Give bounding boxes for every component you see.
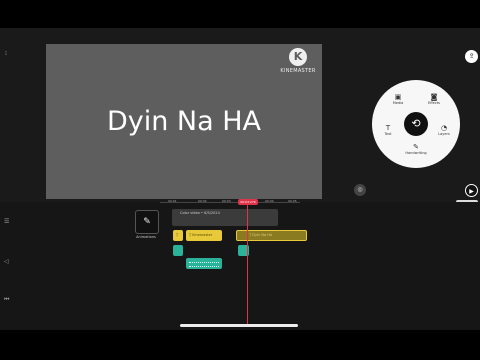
ruler-tick: 00:04	[265, 199, 274, 203]
kinemaster-watermark: K KINEMASTER	[278, 48, 318, 82]
share-icon: ⇪	[468, 52, 475, 60]
main-menu-wheel: ▣ Media ◙ Effects T Text ◔ Layers ✎ Hand…	[372, 80, 460, 168]
wheel-item-text[interactable]: T Text	[377, 124, 399, 137]
track-volume-icon[interactable]: ◁	[4, 258, 9, 265]
camera-icon: ◎	[357, 186, 363, 193]
capture-button[interactable]: ◎	[354, 184, 366, 196]
animation-button[interactable]: ✎	[135, 210, 159, 234]
undo-icon: ⟲	[411, 117, 421, 130]
home-indicator[interactable]	[180, 324, 298, 327]
track-skip-icon[interactable]: ⏮	[4, 296, 9, 304]
play-icon: ▶	[469, 188, 474, 195]
ruler-tick: 00:01	[168, 199, 177, 203]
main-clip-label: Color video • 6/5/2024	[180, 211, 220, 215]
text-icon: T	[385, 124, 391, 132]
text-clip-1[interactable]: Ţ	[173, 230, 183, 241]
kinemaster-logo-text: KINEMASTER	[280, 68, 316, 74]
timeline-panel: 00:01 00:02 00:03 00:04 00:05 00:03.270 …	[0, 199, 480, 330]
ruler-tick: 00:02	[198, 199, 207, 203]
animation-icon: ✎	[143, 217, 151, 227]
playhead-line[interactable]	[247, 205, 248, 325]
wheel-item-label: Layers	[438, 132, 450, 136]
preview-title-text: Dyin Na HA	[106, 106, 262, 137]
ruler-tick: 00:03	[222, 199, 231, 203]
wheel-item-label: Effects	[428, 101, 440, 105]
playhead-time: 00:03.270	[238, 199, 258, 205]
media-icon: ▣	[394, 93, 402, 101]
wheel-item-media[interactable]: ▣ Media	[387, 93, 409, 106]
text-clip-kinemaster[interactable]: Ţ Kinemaster	[186, 230, 222, 241]
track-settings-icon[interactable]: ☰	[4, 218, 9, 225]
wheel-item-label: Media	[392, 101, 404, 105]
audio-waveform	[189, 262, 219, 267]
wheel-undo-button[interactable]: ⟲	[404, 112, 428, 136]
video-preview[interactable]: K KINEMASTER Dyin Na HA	[46, 44, 322, 199]
audio-clip-3[interactable]	[186, 258, 222, 269]
wheel-item-effects[interactable]: ◙ Effects	[423, 93, 445, 106]
play-button[interactable]: ▶	[465, 184, 478, 197]
audio-clip-1[interactable]	[173, 245, 183, 256]
wheel-item-label: Text	[384, 132, 392, 136]
layers-icon: ◔	[440, 124, 448, 132]
wheel-item-handwriting[interactable]: ✎ Handwriting	[405, 143, 427, 156]
ruler-tick: 00:05	[288, 199, 297, 203]
animation-label: Animations	[136, 235, 156, 239]
wheel-item-layers[interactable]: ◔ Layers	[433, 124, 455, 137]
wheel-item-label: Handwriting	[405, 151, 427, 155]
kinemaster-logo-icon: K	[289, 48, 307, 66]
main-video-clip[interactable]: Color video • 6/5/2024	[172, 209, 278, 226]
handwriting-icon: ✎	[413, 143, 419, 151]
sidebar-dots-icon[interactable]: ⁝	[5, 50, 11, 57]
effects-icon: ◙	[430, 93, 438, 101]
share-button[interactable]: ⇪	[465, 50, 478, 63]
